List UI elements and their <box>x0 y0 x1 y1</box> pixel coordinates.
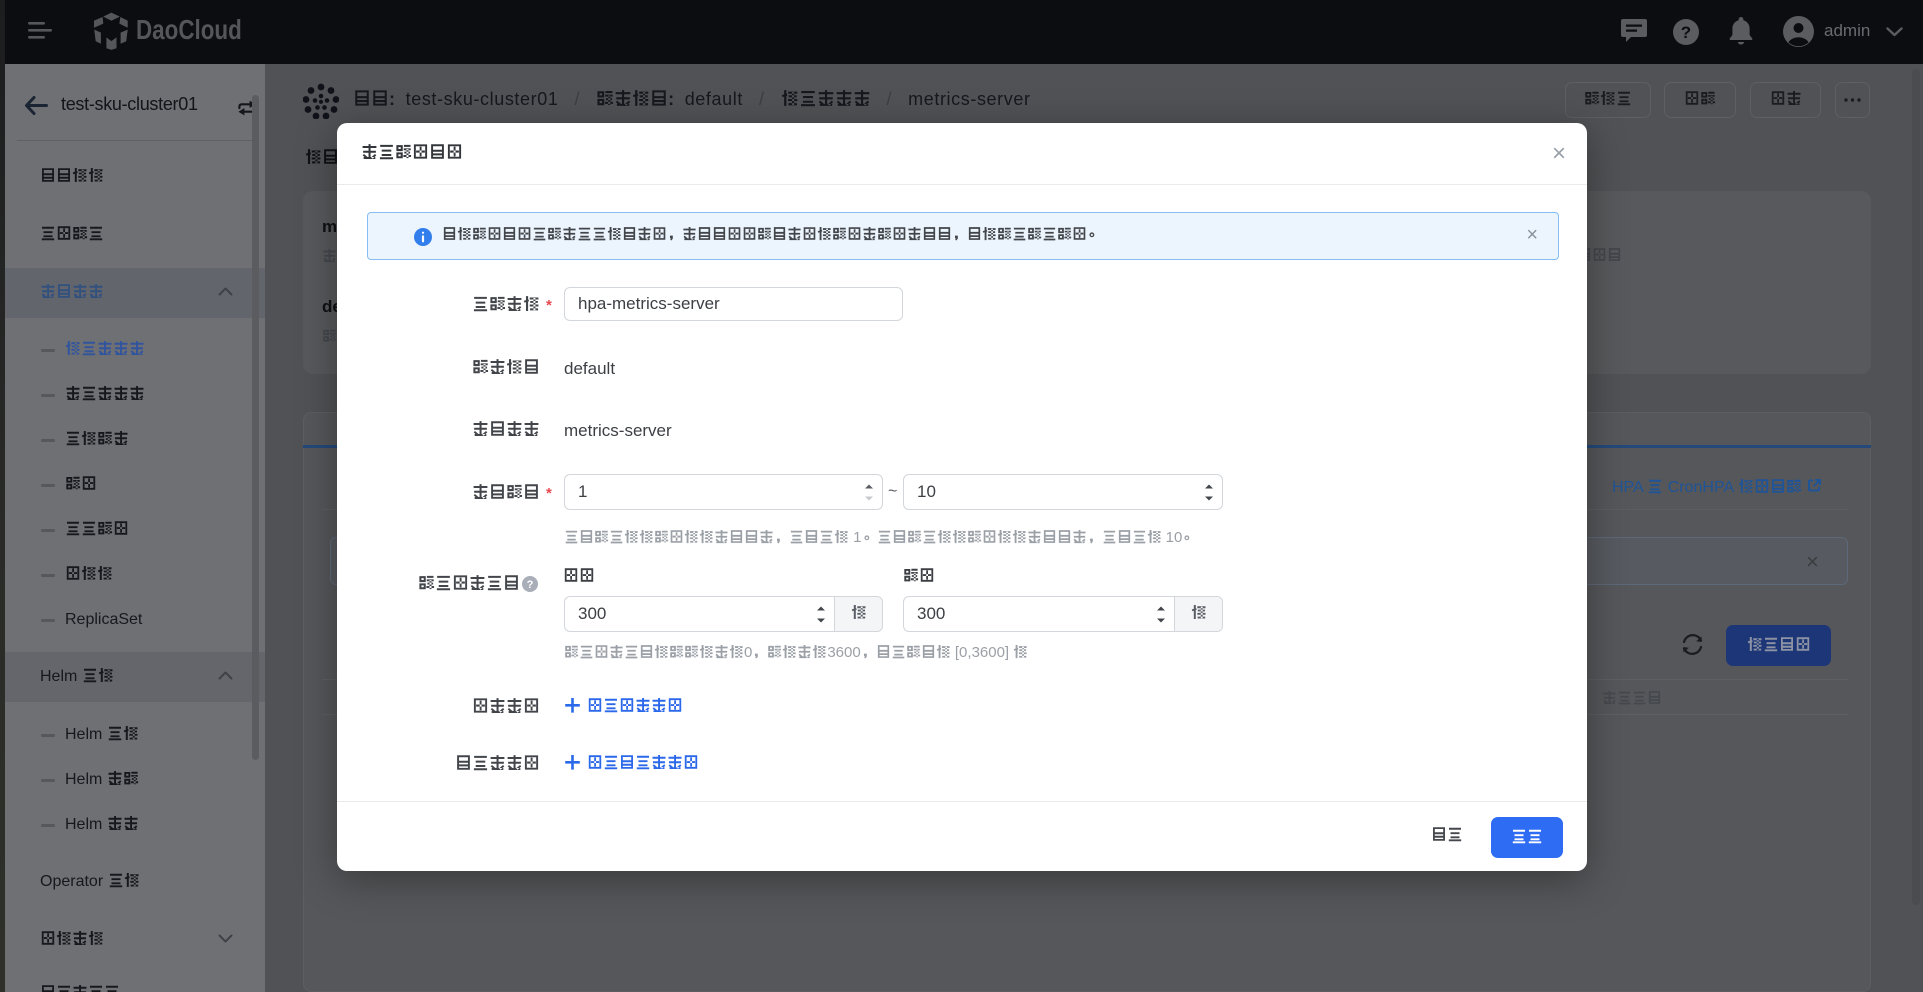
svg-text:?: ? <box>527 579 534 591</box>
svg-text:?: ? <box>1681 23 1691 42</box>
